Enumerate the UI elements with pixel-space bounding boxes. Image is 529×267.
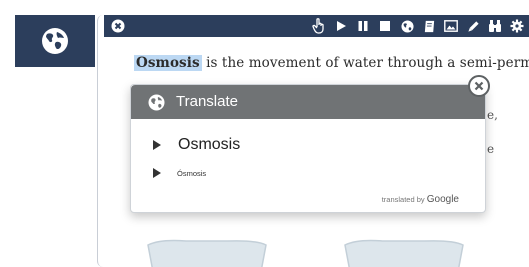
translate-popup-header: Translate — [131, 85, 485, 119]
play-button[interactable] — [330, 15, 352, 37]
reading-passage-line: Osmosis is the movement of water through… — [134, 55, 529, 71]
binoculars-icon — [489, 20, 501, 32]
translation-result-text: Osmosis — [178, 136, 241, 153]
passage-line-fragment: e, — [487, 108, 498, 122]
stop-button[interactable] — [374, 15, 396, 37]
beaker-illustration — [344, 239, 464, 267]
translate-popup: Translate Osmosis Ósmosis translated by … — [130, 84, 486, 213]
globe-icon — [400, 19, 414, 33]
pointer-tool-button[interactable] — [308, 15, 330, 37]
search-button[interactable] — [484, 15, 506, 37]
highlighter-button[interactable] — [462, 15, 484, 37]
translation-result[interactable]: Ósmosis — [153, 168, 206, 178]
settings-button[interactable] — [506, 15, 528, 37]
dictionary-button[interactable] — [418, 15, 440, 37]
translation-result[interactable]: Osmosis — [153, 136, 240, 154]
gear-icon — [510, 19, 524, 33]
beaker-illustration — [147, 239, 267, 267]
expand-triangle-icon — [153, 140, 161, 150]
globe-icon — [42, 28, 68, 54]
picture-dictionary-button[interactable] — [440, 15, 462, 37]
toolbar-close-button[interactable] — [110, 18, 126, 34]
expand-triangle-icon — [153, 168, 161, 178]
image-icon — [444, 20, 458, 32]
globe-tile[interactable] — [15, 15, 95, 67]
close-icon — [474, 81, 484, 91]
stop-icon — [380, 21, 390, 31]
pause-icon — [358, 21, 368, 31]
pause-button[interactable] — [352, 15, 374, 37]
reader-toolbar — [104, 15, 529, 37]
dictionary-icon — [424, 20, 434, 32]
translation-result-text: Ósmosis — [177, 168, 207, 178]
play-icon — [337, 21, 346, 31]
highlighter-icon — [467, 20, 479, 32]
close-icon — [111, 19, 125, 33]
google-attribution: translated by Google — [382, 194, 459, 205]
passage-line-fragment: e — [487, 142, 495, 156]
translate-popup-title: Translate — [176, 93, 238, 110]
translate-popup-close-button[interactable] — [468, 75, 490, 97]
attribution-brand: Google — [426, 194, 459, 205]
globe-icon — [148, 94, 165, 111]
hand-pointer-icon — [312, 18, 324, 34]
translate-button[interactable] — [396, 15, 418, 37]
passage-text: is the movement of water through a semi-… — [206, 55, 529, 71]
attribution-prefix: translated by — [381, 195, 425, 204]
highlighted-word[interactable]: Osmosis — [134, 55, 202, 71]
